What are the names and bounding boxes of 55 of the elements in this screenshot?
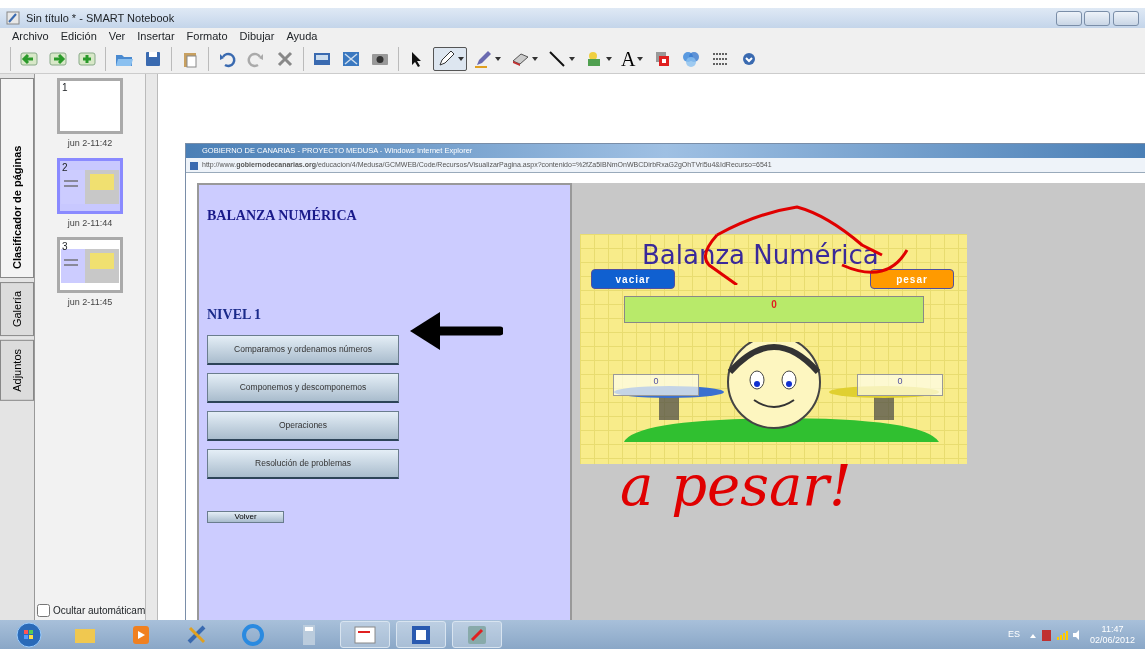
page-number: 1: [62, 81, 68, 95]
tool-button[interactable]: A: [618, 46, 647, 71]
page-heading: BALANZA NUMÉRICA: [207, 206, 358, 225]
page-number: 2: [62, 160, 68, 175]
page-time: jun 2-11:45: [67, 296, 113, 309]
page-thumbnail[interactable]: 1: [57, 78, 123, 134]
side-tab[interactable]: Galería: [0, 282, 34, 337]
page-thumbnail[interactable]: 3: [57, 237, 123, 293]
taskbar-button[interactable]: [396, 621, 446, 648]
empty-button[interactable]: vaciar: [591, 269, 675, 289]
menu-button[interactable]: Resolución de problemas: [207, 449, 399, 479]
tray-icons: [1027, 627, 1082, 642]
menu-item[interactable]: Ayuda: [286, 27, 318, 45]
checkbox[interactable]: [37, 604, 50, 617]
app-icon: [6, 11, 20, 25]
side-tab[interactable]: Clasificador de páginas: [0, 78, 34, 278]
menu-item[interactable]: Edición: [60, 27, 97, 45]
right-pan-value: 0: [857, 374, 943, 396]
menu-item[interactable]: Ver: [108, 27, 126, 45]
menu-button[interactable]: Componemos y descomponemos: [207, 373, 399, 403]
left-pan-value: 0: [613, 374, 699, 396]
caret-icon: [606, 56, 612, 61]
tool-button[interactable]: [433, 46, 467, 71]
pen-icon: [436, 48, 456, 69]
menu-item[interactable]: Formato: [186, 27, 228, 45]
page-number: 3: [62, 240, 68, 254]
page-time: jun 2-11:42: [67, 137, 113, 150]
maximize-button[interactable]: [1084, 10, 1111, 26]
window-title: Sin título * - SMART Notebook: [26, 10, 175, 26]
back-button[interactable]: Volver: [207, 511, 284, 523]
minimize-button[interactable]: [1055, 10, 1082, 26]
taskbar-button[interactable]: [452, 621, 502, 648]
caret-icon: [495, 56, 501, 61]
caret-icon: [458, 56, 464, 61]
start-button: [16, 621, 42, 648]
menu-item[interactable]: Archivo: [12, 27, 49, 45]
menu-item[interactable]: Insertar: [137, 27, 175, 45]
page-icon: [190, 160, 198, 170]
scrollbar[interactable]: [145, 74, 158, 620]
caret-icon: [532, 56, 538, 61]
menu-button[interactable]: Operaciones: [207, 411, 399, 441]
checkbox-label: Ocultar automáticam: [53, 604, 146, 618]
menu-item[interactable]: Dibujar: [239, 27, 275, 45]
side-tab[interactable]: Adjuntos: [0, 340, 34, 401]
page-time: jun 2-11:44: [67, 216, 113, 230]
caret-icon: [569, 56, 575, 61]
caret-icon: [637, 56, 644, 61]
page-thumbnail[interactable]: 2: [57, 157, 123, 214]
result-display: 0: [624, 296, 924, 323]
line-icon: [547, 48, 567, 69]
close-button[interactable]: [1113, 10, 1139, 26]
level-heading: NIVEL 1: [207, 306, 263, 324]
menu-button[interactable]: Comparamos y ordenamos números: [207, 335, 399, 365]
pen-icon: [473, 48, 493, 69]
browser-icon: [240, 621, 266, 648]
